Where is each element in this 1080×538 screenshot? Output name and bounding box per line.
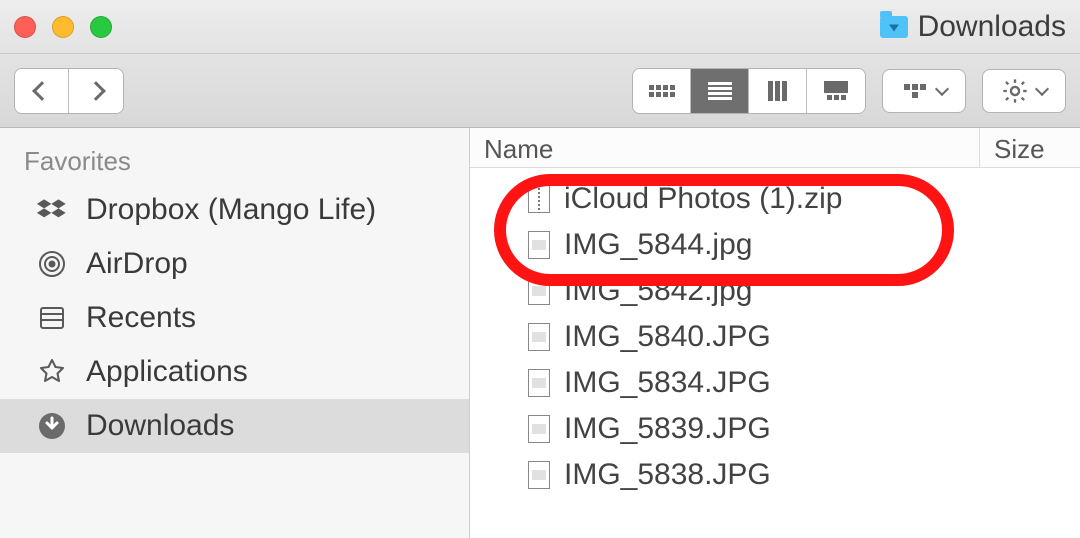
dropbox-icon bbox=[34, 194, 70, 226]
nav-back-forward bbox=[14, 68, 124, 114]
columns-header: Name Size bbox=[470, 128, 1080, 168]
view-list-button[interactable] bbox=[691, 69, 749, 113]
sidebar-item-label: AirDrop bbox=[86, 247, 188, 281]
chevron-down-icon bbox=[935, 81, 949, 95]
file-name: IMG_5838.JPG bbox=[564, 458, 771, 492]
zip-file-icon bbox=[528, 185, 550, 213]
downloads-icon bbox=[34, 410, 70, 442]
file-row[interactable]: IMG_5842.jpg bbox=[470, 268, 1080, 314]
file-name: IMG_5839.JPG bbox=[564, 412, 771, 446]
sidebar: Favorites Dropbox (Mango Life) AirDrop Rec… bbox=[0, 128, 470, 538]
view-mode-selector bbox=[632, 68, 866, 114]
image-file-icon bbox=[528, 415, 550, 443]
traffic-lights bbox=[14, 16, 112, 38]
forward-button[interactable] bbox=[69, 69, 123, 113]
airdrop-icon bbox=[34, 248, 70, 280]
sidebar-item-label: Applications bbox=[86, 355, 248, 389]
file-name: IMG_5834.JPG bbox=[564, 366, 771, 400]
sidebar-item-dropbox[interactable]: Dropbox (Mango Life) bbox=[0, 183, 469, 237]
action-menu-button[interactable] bbox=[982, 69, 1066, 113]
titlebar: Downloads bbox=[0, 0, 1080, 54]
file-name: IMG_5844.jpg bbox=[564, 228, 752, 262]
sidebar-item-airdrop[interactable]: AirDrop bbox=[0, 237, 469, 291]
file-row[interactable]: IMG_5838.JPG bbox=[470, 452, 1080, 498]
file-row[interactable]: IMG_5839.JPG bbox=[470, 406, 1080, 452]
file-list-pane: Name Size iCloud Photos (1).zip IMG_5844.… bbox=[470, 128, 1080, 538]
sidebar-heading-favorites: Favorites bbox=[0, 142, 469, 183]
gear-icon bbox=[1001, 77, 1029, 105]
zoom-window-button[interactable] bbox=[90, 16, 112, 38]
image-file-icon bbox=[528, 323, 550, 351]
group-by-button[interactable] bbox=[882, 69, 966, 113]
sidebar-item-label: Recents bbox=[86, 301, 196, 335]
back-button[interactable] bbox=[15, 69, 69, 113]
chevron-down-icon bbox=[1035, 81, 1049, 95]
close-window-button[interactable] bbox=[14, 16, 36, 38]
file-name: IMG_5840.JPG bbox=[564, 320, 771, 354]
image-file-icon bbox=[528, 461, 550, 489]
sidebar-item-recents[interactable]: Recents bbox=[0, 291, 469, 345]
file-row[interactable]: IMG_5844.jpg bbox=[470, 222, 1080, 268]
image-file-icon bbox=[528, 231, 550, 259]
downloads-folder-icon bbox=[880, 16, 908, 38]
sidebar-item-applications[interactable]: Applications bbox=[0, 345, 469, 399]
minimize-window-button[interactable] bbox=[52, 16, 74, 38]
view-gallery-button[interactable] bbox=[807, 69, 865, 113]
sidebar-item-label: Dropbox (Mango Life) bbox=[86, 193, 376, 227]
file-row[interactable]: IMG_5834.JPG bbox=[470, 360, 1080, 406]
image-file-icon bbox=[528, 277, 550, 305]
recents-icon bbox=[34, 302, 70, 334]
window-title: Downloads bbox=[918, 10, 1066, 44]
sidebar-item-downloads[interactable]: Downloads bbox=[0, 399, 469, 453]
toolbar bbox=[0, 54, 1080, 128]
sidebar-item-label: Downloads bbox=[86, 409, 234, 443]
image-file-icon bbox=[528, 369, 550, 397]
file-name: iCloud Photos (1).zip bbox=[564, 182, 842, 216]
file-row[interactable]: iCloud Photos (1).zip bbox=[470, 176, 1080, 222]
view-icon-button[interactable] bbox=[633, 69, 691, 113]
column-header-size[interactable]: Size bbox=[980, 128, 1080, 167]
applications-icon bbox=[34, 356, 70, 388]
column-header-name[interactable]: Name bbox=[470, 128, 980, 167]
view-column-button[interactable] bbox=[749, 69, 807, 113]
file-row[interactable]: IMG_5840.JPG bbox=[470, 314, 1080, 360]
file-name: IMG_5842.jpg bbox=[564, 274, 752, 308]
